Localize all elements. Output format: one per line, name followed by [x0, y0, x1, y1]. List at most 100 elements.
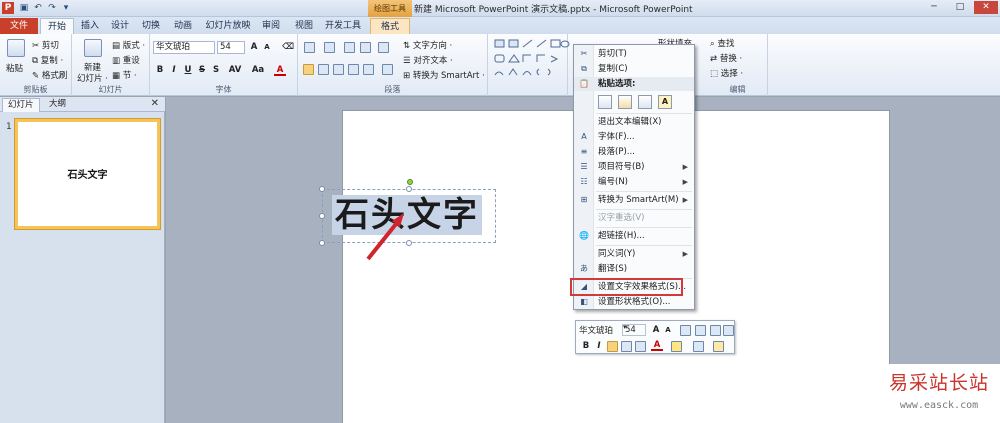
paste-icon[interactable]	[7, 39, 25, 57]
shapes-gallery[interactable]	[493, 38, 573, 88]
quick-access-customize-icon[interactable]: ▾	[60, 2, 72, 14]
align-right-icon[interactable]	[333, 64, 344, 75]
minimize-button[interactable]: ─	[922, 1, 946, 14]
shrink-font-icon[interactable]: A	[261, 41, 273, 53]
copy-format-icon[interactable]	[710, 325, 721, 336]
shadow-icon[interactable]: S	[210, 64, 222, 76]
tab-developer[interactable]: 开发工具	[323, 18, 363, 34]
line-spacing-icon[interactable]	[378, 42, 389, 53]
mini-align-center-icon[interactable]	[621, 341, 632, 352]
bold-icon[interactable]: B	[154, 64, 166, 76]
distributed-icon[interactable]	[363, 64, 374, 75]
select-button[interactable]: ⬚ 选择 ·	[710, 67, 743, 79]
close-pane-icon[interactable]: ✕	[151, 98, 159, 109]
shrink-font-icon[interactable]: A	[662, 324, 674, 336]
convert-smartart-button[interactable]: ⊞ 转换为 SmartArt ·	[403, 69, 485, 81]
tab-outline-pane[interactable]: 大纲	[44, 98, 71, 112]
tab-format[interactable]: 格式	[370, 18, 410, 34]
mini-align-left-icon[interactable]	[607, 341, 618, 352]
maximize-button[interactable]: □	[948, 1, 972, 14]
numbering-icon[interactable]	[324, 42, 335, 53]
section-button[interactable]: ▦ 节 ·	[112, 69, 137, 81]
paste-keep-source-format-icon[interactable]	[618, 95, 632, 109]
menu-item-font[interactable]: A 字体(F)...	[574, 130, 694, 144]
mini-align-right-icon[interactable]	[635, 341, 646, 352]
increase-indent-icon[interactable]	[360, 42, 371, 53]
tab-review[interactable]: 审阅	[258, 18, 284, 34]
paste-button[interactable]: 粘贴	[6, 62, 23, 74]
replace-button[interactable]: ⇄ 替换 ·	[710, 52, 742, 64]
align-center-icon[interactable]	[318, 64, 329, 75]
new-slide-label-2[interactable]: 幻灯片 ·	[77, 72, 108, 84]
menu-item-synonyms[interactable]: 同义词(Y) ▶	[574, 247, 694, 261]
menu-item-exit-text-edit[interactable]: 退出文本编辑(X)	[574, 115, 694, 129]
mini-font-name[interactable]: 华文琥珀	[579, 324, 613, 336]
decrease-indent-icon[interactable]	[680, 325, 691, 336]
tab-animations[interactable]: 动画	[170, 18, 196, 34]
strikethrough-icon[interactable]: S	[196, 64, 208, 76]
grow-font-icon[interactable]: A	[650, 324, 662, 336]
bullets-icon[interactable]	[304, 42, 315, 53]
decrease-indent-icon[interactable]	[344, 42, 355, 53]
tab-insert[interactable]: 插入	[77, 18, 103, 34]
font-name-combo[interactable]: 华文琥珀	[153, 41, 215, 54]
tab-home[interactable]: 开始	[40, 18, 74, 34]
mini-bold-icon[interactable]: B	[580, 340, 592, 352]
tab-slides-pane[interactable]: 幻灯片	[2, 98, 40, 112]
save-icon[interactable]: ▣	[18, 2, 30, 14]
paste-keep-text-only-icon[interactable]: A	[658, 95, 672, 109]
slide-thumbnail[interactable]: 石头文字	[15, 119, 160, 229]
undo-icon[interactable]: ↶	[32, 2, 44, 14]
mini-font-size[interactable]: 54	[622, 324, 646, 336]
cut-button[interactable]: ✂ 剪切	[32, 39, 59, 51]
underline-icon[interactable]: U	[182, 64, 194, 76]
char-spacing-icon[interactable]: AV	[226, 64, 244, 76]
mini-shape-outline-icon[interactable]	[693, 341, 704, 352]
font-size-combo[interactable]: 54	[217, 41, 245, 54]
find-button[interactable]: ⌕ 查找	[710, 37, 734, 49]
align-text-button[interactable]: ☰ 对齐文本 ·	[403, 54, 453, 66]
resize-handle[interactable]	[406, 186, 412, 192]
layout-button[interactable]: ▤ 版式 ·	[112, 39, 145, 51]
menu-item-cut[interactable]: ✂ 剪切(T)	[574, 47, 694, 61]
menu-item-bullets[interactable]: ☰ 项目符号(B) ▶	[574, 160, 694, 174]
mini-format-painter-icon[interactable]	[713, 341, 724, 352]
tab-view[interactable]: 视图	[291, 18, 317, 34]
menu-item-convert-smartart[interactable]: ⊞ 转换为 SmartArt(M) ▶	[574, 193, 694, 207]
menu-item-format-shape[interactable]: ◧ 设置形状格式(O)...	[574, 295, 694, 309]
tab-transitions[interactable]: 切换	[138, 18, 164, 34]
new-slide-icon[interactable]	[84, 39, 102, 57]
tab-file[interactable]: 文件	[0, 18, 38, 34]
align-left-icon[interactable]	[303, 64, 314, 75]
resize-handle[interactable]	[319, 186, 325, 192]
mini-shape-fill-icon[interactable]	[671, 341, 682, 352]
mini-italic-icon[interactable]: I	[593, 340, 605, 352]
menu-item-translate[interactable]: あ 翻译(S)	[574, 262, 694, 276]
menu-item-paragraph[interactable]: ≡ 段落(P)...	[574, 145, 694, 159]
change-case-icon[interactable]: Aa	[250, 64, 266, 76]
close-window-button[interactable]: ✕	[974, 1, 998, 14]
copy-button[interactable]: ⧉ 复制 ·	[32, 54, 63, 66]
tab-design[interactable]: 设计	[107, 18, 133, 34]
resize-handle[interactable]	[319, 240, 325, 246]
clear-format-icon[interactable]: ⌫	[282, 41, 294, 53]
rotate-handle[interactable]	[407, 179, 413, 185]
mini-font-color-icon[interactable]: A	[651, 339, 663, 351]
format-painter-button[interactable]: ✎ 格式刷	[32, 69, 67, 81]
italic-icon[interactable]: I	[168, 64, 180, 76]
font-color-icon[interactable]: A	[274, 64, 286, 76]
paste-format-icon[interactable]	[723, 325, 734, 336]
tab-slideshow[interactable]: 幻灯片放映	[203, 18, 253, 34]
paste-picture-icon[interactable]	[638, 95, 652, 109]
columns-icon[interactable]	[382, 64, 393, 75]
justify-icon[interactable]	[348, 64, 359, 75]
menu-item-copy[interactable]: ⧉ 复制(C)	[574, 62, 694, 76]
redo-icon[interactable]: ↷	[46, 2, 58, 14]
reset-button[interactable]: ▥ 重设	[112, 54, 140, 66]
text-direction-button[interactable]: ⇅ 文字方向 ·	[403, 39, 452, 51]
increase-indent-icon[interactable]	[695, 325, 706, 336]
grow-font-icon[interactable]: A	[248, 41, 260, 53]
resize-handle[interactable]	[319, 213, 325, 219]
menu-item-numbering[interactable]: ☷ 编号(N) ▶	[574, 175, 694, 189]
menu-item-hyperlink[interactable]: 🌐 超链接(H)...	[574, 229, 694, 243]
